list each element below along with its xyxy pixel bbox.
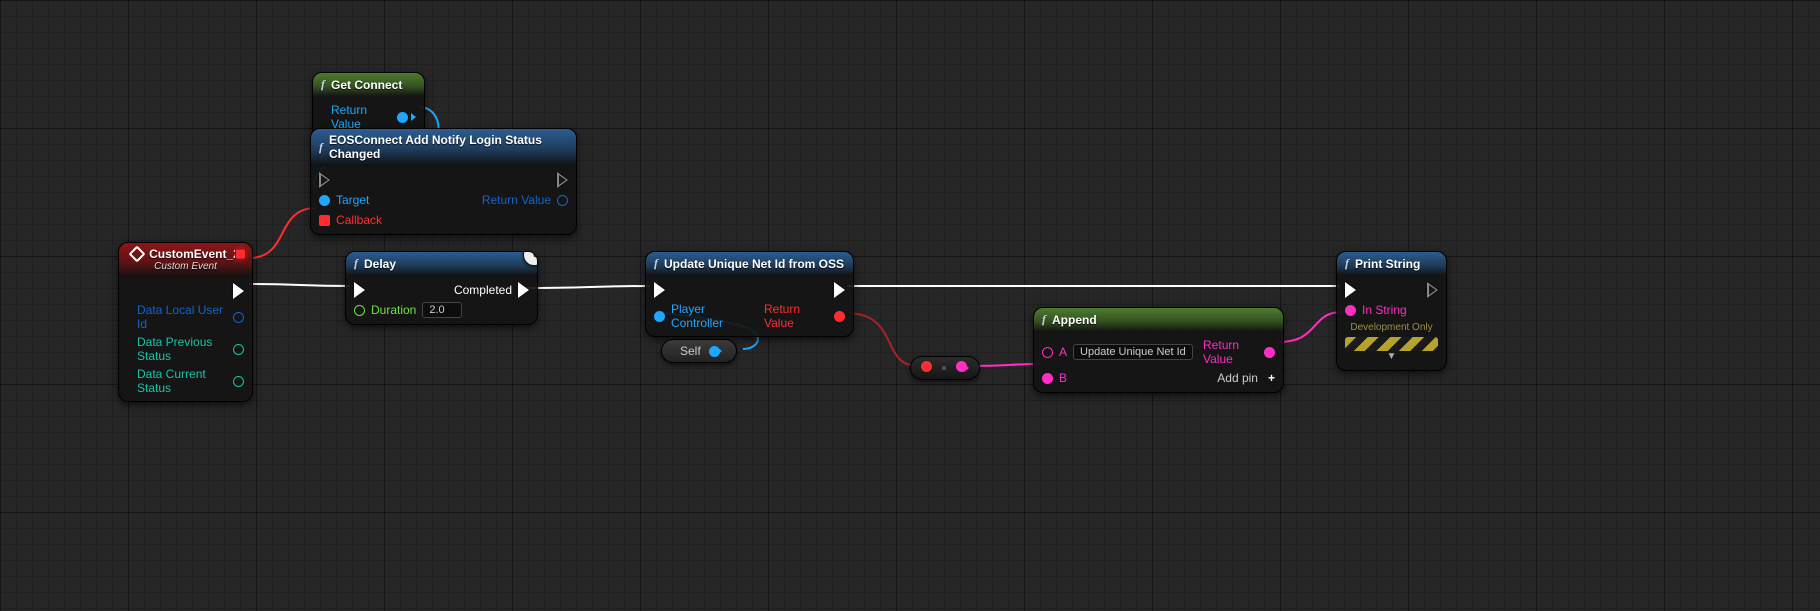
node-custom-event[interactable]: CustomEvent_2 Custom Event Data Local Us… [118, 242, 253, 402]
wire-layer [0, 0, 1820, 611]
event-icon [129, 246, 146, 263]
pin-return-value[interactable]: Return Value [764, 302, 845, 330]
plus-icon: + [1268, 371, 1275, 385]
node-header: f Append [1034, 308, 1283, 332]
self-label: Self [680, 344, 701, 358]
pin-data-current-status[interactable]: Data Current Status [137, 367, 244, 395]
pin-data-local-user-id[interactable]: Data Local User Id [137, 303, 244, 331]
reroute-dot [942, 366, 946, 370]
pin-data-previous-status[interactable]: Data Previous Status [137, 335, 244, 363]
a-input[interactable] [1073, 344, 1193, 360]
add-pin-button[interactable]: Add pin + [1217, 371, 1275, 385]
node-title: Update Unique Net Id from OSS [664, 257, 844, 271]
pin-target[interactable]: Target [319, 193, 369, 207]
reroute-out-pin[interactable] [956, 361, 969, 375]
exec-in-pin[interactable] [654, 282, 665, 298]
function-icon: f [1345, 256, 1349, 271]
node-title: Append [1052, 313, 1097, 327]
exec-in-pin[interactable] [1345, 282, 1356, 298]
function-icon: f [319, 140, 323, 155]
exec-out-pin[interactable] [233, 283, 244, 299]
reroute-in-pin[interactable] [921, 361, 932, 375]
node-title: EOSConnect Add Notify Login Status Chang… [329, 133, 568, 161]
node-subtitle: Custom Event [154, 261, 217, 272]
self-reference-node[interactable]: Self [661, 339, 737, 363]
node-title: CustomEvent_2 [149, 247, 240, 261]
node-header: f Get Connect [313, 73, 424, 97]
node-delay[interactable]: f Delay Completed Duration [345, 251, 538, 325]
node-header: f Print String [1337, 252, 1446, 276]
pin-callback[interactable]: Callback [319, 213, 382, 227]
node-update-unique-net-id[interactable]: f Update Unique Net Id from OSS Player C… [645, 251, 854, 337]
node-title: Get Connect [331, 78, 402, 92]
exec-out-pin[interactable] [834, 282, 845, 298]
reroute-node[interactable] [910, 356, 980, 380]
function-icon: f [654, 256, 658, 271]
node-title: Delay [364, 257, 396, 271]
exec-out-completed[interactable]: Completed [454, 282, 529, 298]
exec-in-pin[interactable] [354, 282, 365, 298]
expand-caret-icon[interactable]: ▼ [1337, 351, 1446, 366]
pin-b[interactable]: B [1042, 371, 1067, 385]
pin-a[interactable]: A [1042, 344, 1193, 360]
node-title: Print String [1355, 257, 1420, 271]
dev-only-label: Development Only [1337, 322, 1446, 333]
node-eosconnect-notify[interactable]: f EOSConnect Add Notify Login Status Cha… [310, 128, 577, 235]
function-icon: f [1042, 312, 1046, 327]
exec-out-pin[interactable] [557, 172, 568, 188]
exec-out-pin[interactable] [1427, 282, 1438, 298]
function-icon: f [354, 256, 358, 271]
pin-player-controller[interactable]: Player Controller [654, 302, 754, 330]
pin-return-value[interactable]: Return Value [1203, 338, 1275, 366]
node-print-string[interactable]: f Print String In String Development Onl… [1336, 251, 1447, 371]
exec-in-pin[interactable] [319, 172, 330, 188]
self-out-pin[interactable] [709, 346, 722, 357]
pin-return-value[interactable]: Return Value [482, 193, 568, 207]
function-icon: f [321, 77, 325, 92]
node-append[interactable]: f Append A Return Value B Add pin + [1033, 307, 1284, 393]
node-header: CustomEvent_2 Custom Event [119, 243, 252, 277]
duration-input[interactable] [422, 302, 462, 318]
node-header: f Update Unique Net Id from OSS [646, 252, 853, 276]
node-header: f Delay [346, 252, 537, 276]
pin-return-value[interactable]: Return Value [331, 103, 416, 131]
hazard-stripe [1345, 337, 1438, 351]
node-header: f EOSConnect Add Notify Login Status Cha… [311, 129, 576, 166]
pin-in-string[interactable]: In String [1345, 303, 1407, 317]
delegate-out-pin[interactable] [235, 249, 246, 260]
pin-duration[interactable]: Duration [354, 302, 462, 318]
